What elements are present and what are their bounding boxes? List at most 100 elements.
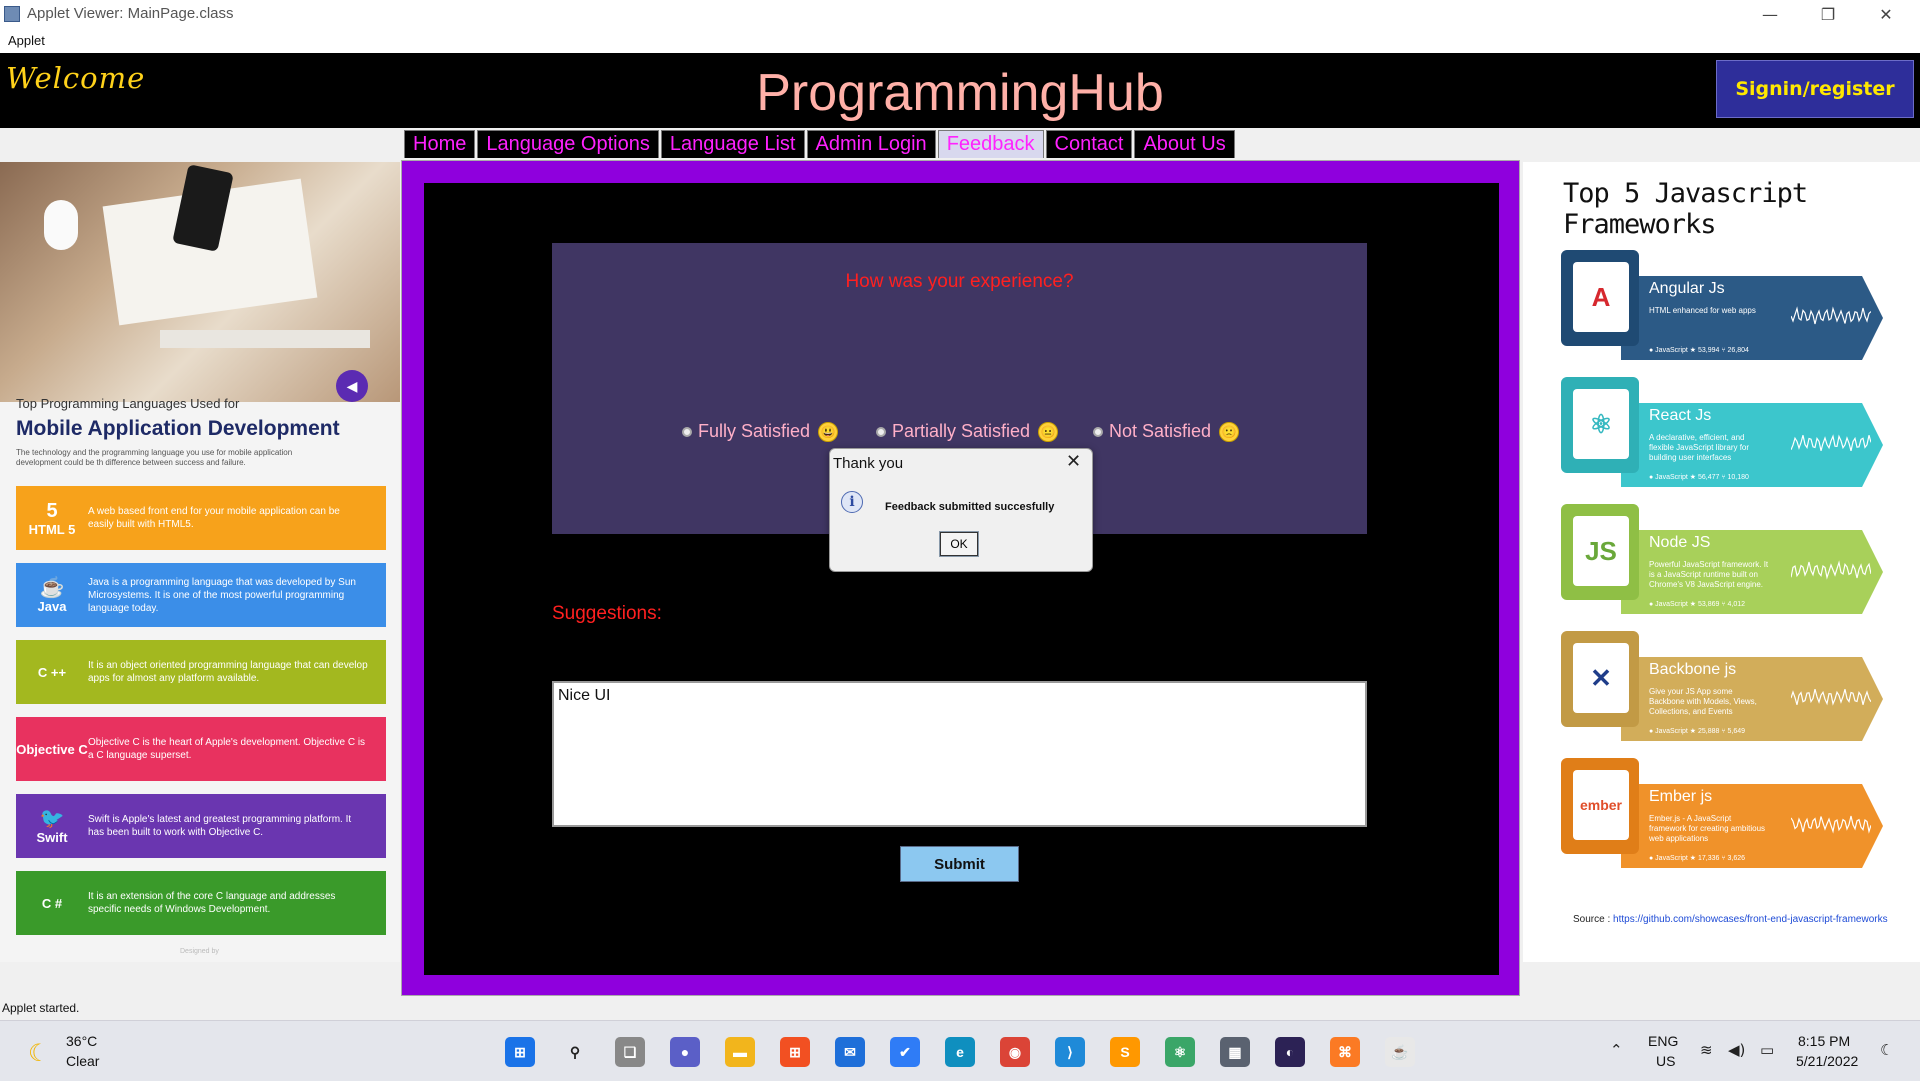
radio-label: Not Satisfied [1109,421,1212,441]
taskbar-chrome-icon[interactable]: ◉ [1000,1037,1030,1067]
language-badge: Objective C [16,742,88,757]
battery-icon[interactable]: ▭ [1760,1041,1774,1059]
radio-label: Fully Satisfied [698,421,811,441]
chevron-up-icon[interactable]: ⌃ [1610,1041,1623,1059]
notification-icon[interactable]: ☾ [1880,1041,1893,1059]
framework-card: ⚛ React Js A declarative, efficient, and f… [1561,377,1883,487]
volume-icon[interactable]: ◀) [1728,1041,1745,1059]
menu-bar: Applet [0,29,1920,53]
framework-logo-box: ember [1561,758,1639,854]
menu-applet[interactable]: Applet [8,33,45,48]
taskbar-java-icon[interactable]: ☕ [1385,1037,1415,1067]
language-icon: 5 [46,499,58,522]
framework-card: ✕ Backbone js Give your JS App some Backbo… [1561,631,1883,741]
tab-feedback[interactable]: Feedback [937,130,1044,158]
input-language[interactable]: ENG [1648,1033,1678,1049]
minimize-button[interactable]: — [1742,0,1798,29]
signin-register-button[interactable]: Signin/register [1716,60,1914,118]
radio-button-icon[interactable] [682,426,692,437]
radio-partially-satisfied[interactable]: Partially Satisfied 😐 [876,421,1059,442]
window-title: Applet Viewer: MainPage.class [27,5,234,22]
weather-condition[interactable]: Clear [66,1053,99,1069]
taskbar-store-icon[interactable]: ⊞ [780,1037,810,1067]
radio-button-icon[interactable] [1093,426,1103,437]
mouse-image [44,200,78,250]
taskbar-atom-icon[interactable]: ⚛ [1165,1037,1195,1067]
activity-sparkline [1791,306,1871,325]
taskbar-todo-icon[interactable]: ✔ [890,1037,920,1067]
suggestions-textarea[interactable]: Nice UI [552,681,1367,827]
play-icon: ◀ [336,370,368,402]
taskbar-sublime-icon[interactable]: S [1110,1037,1140,1067]
tab-language-options[interactable]: Language Options [477,130,659,158]
taskbar-mail-icon[interactable]: ✉ [835,1037,865,1067]
infographic-title: Mobile Application Development [16,417,340,440]
framework-description: HTML enhanced for web apps [1649,306,1756,315]
app-header: Welcome ProgrammingHub Signin/register [0,53,1920,128]
activity-sparkline [1791,688,1871,706]
language-badge: ☕ Java [16,577,88,614]
source-link[interactable]: https://github.com/showcases/front-end-j… [1613,914,1888,925]
app-title: ProgrammingHub [756,64,1164,122]
taskbar-eclipse-icon[interactable]: ◐ [1275,1037,1305,1067]
feedback-panel: How was your experience? Fully Satisfied… [401,160,1520,996]
framework-description: A declarative, efficient, and flexible J… [1649,433,1750,462]
framework-logo-icon: ⚛ [1573,389,1629,459]
language-name: C # [41,895,63,911]
language-description: Objective C is the heart of Apple's deve… [88,737,366,761]
tab-about-us[interactable]: About Us [1134,130,1235,158]
language-name: C ++ [37,664,67,680]
language-badge: C ++ [16,665,88,680]
tab-admin-login[interactable]: Admin Login [806,130,936,158]
framework-name: Backbone js [1649,661,1737,678]
clock-time[interactable]: 8:15 PM [1798,1033,1850,1049]
language-card: ☕ Java Java is a programming language that… [16,563,386,627]
restore-button[interactable]: ❐ [1800,0,1856,29]
infographic-description: The technology and the programming langu… [16,448,293,467]
clock-date[interactable]: 5/21/2022 [1796,1053,1858,1069]
wifi-icon[interactable]: ≋ [1700,1041,1713,1059]
close-window-button[interactable]: ✕ [1858,0,1914,29]
framework-logo-box: A [1561,250,1639,346]
dialog-close-button[interactable]: ✕ [1066,451,1081,472]
weather-temp[interactable]: 36°C [66,1033,97,1049]
framework-description: Ember.js - A JavaScript framework for cr… [1649,814,1766,843]
taskbar-xampp-icon[interactable]: ⌘ [1330,1037,1360,1067]
taskbar-edge-icon[interactable]: e [945,1037,975,1067]
framework-name: Ember js [1649,788,1713,805]
framework-card: ember Ember js Ember.js - A JavaScript fra… [1561,758,1883,868]
input-region[interactable]: US [1656,1053,1675,1069]
language-description: Swift is Apple's latest and greatest pro… [88,814,352,838]
submit-button[interactable]: Submit [900,846,1019,882]
framework-card: A Angular Js HTML enhanced for web apps ● J… [1561,250,1883,360]
right-infographic: Top 5 Javascript Frameworks A Angular Js H… [1523,162,1920,962]
language-card: 5 HTML 5A web based front end for your mo… [16,486,386,550]
moon-icon[interactable]: ☾ [28,1039,50,1068]
suggestions-label: Suggestions: [552,603,662,624]
dialog-ok-button[interactable]: OK [939,531,979,557]
taskbar-task-view-icon[interactable]: ❏ [615,1037,645,1067]
framework-card: JS Node JS Powerful JavaScript framework. … [1561,504,1883,614]
language-name: Java [37,598,67,614]
language-card: C # It is an extension of the core C lang… [16,871,386,935]
tab-language-list[interactable]: Language List [660,130,805,158]
taskbar-vscode-icon[interactable]: ⟩ [1055,1037,1085,1067]
radio-fully-satisfied[interactable]: Fully Satisfied 😃 [682,421,839,442]
taskbar-search-icon[interactable]: ⚲ [560,1037,590,1067]
radio-not-satisfied[interactable]: Not Satisfied 🙁 [1093,421,1240,442]
windows-taskbar: ☾ 36°C Clear ⊞ ⚲ ❏ ● ▬ ⊞ ✉ ✔ e ◉ ⟩ S ⚛ ▦ ◐ ⌘ ☕ ⌃ ENG US … [0,1020,1920,1081]
framework-description: Give your JS App some Backbone with Mode… [1649,687,1757,716]
tab-contact[interactable]: Contact [1045,130,1133,158]
language-icon: 🐦 [39,807,65,830]
radio-button-icon[interactable] [876,426,886,437]
window-titlebar: Applet Viewer: MainPage.class — ❐ ✕ [0,0,1920,29]
java-applet-icon [4,6,20,22]
taskbar-start-icon[interactable]: ⊞ [505,1037,535,1067]
tab-home[interactable]: Home [404,130,476,158]
taskbar-chat-icon[interactable]: ● [670,1037,700,1067]
taskbar-file-explorer-icon[interactable]: ▬ [725,1037,755,1067]
radio-label: Partially Satisfied [892,421,1031,441]
taskbar-calculator-icon[interactable]: ▦ [1220,1037,1250,1067]
feedback-content: How was your experience? Fully Satisfied… [424,183,1499,975]
language-description: Java is a programming language that was … [88,576,356,614]
